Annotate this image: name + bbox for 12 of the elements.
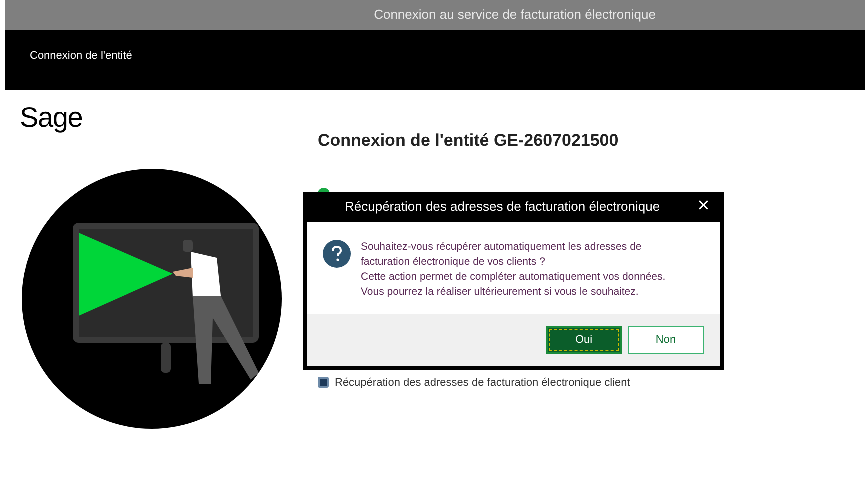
header-title: Connexion de l'entité — [30, 50, 132, 62]
sage-logo: Sage — [20, 104, 84, 132]
dialog-title: Récupération des adresses de facturation électronique — [345, 198, 660, 216]
window-title: Connexion au service de facturation électronique — [374, 6, 656, 24]
dialog-message: Souhaitez-vous récupérer automatiquement les adresses de facturation électronique de vos clients ? Cette action permet de compléter automatiquement vos données. Vous pourrez la réaliser ultérieurement si vous le souhaitez. — [361, 240, 666, 300]
pending-status-icon — [318, 377, 329, 388]
dialog-button[interactable]: Non — [628, 326, 704, 354]
close-button[interactable]: ✕ — [697, 199, 710, 215]
question-icon — [323, 240, 351, 268]
page-heading: Connexion de l'entité GE-2607021500 — [318, 130, 620, 152]
dialog-button[interactable]: Oui — [546, 326, 622, 354]
step-label: Récupération des adresses de facturation électronique client — [335, 376, 630, 390]
